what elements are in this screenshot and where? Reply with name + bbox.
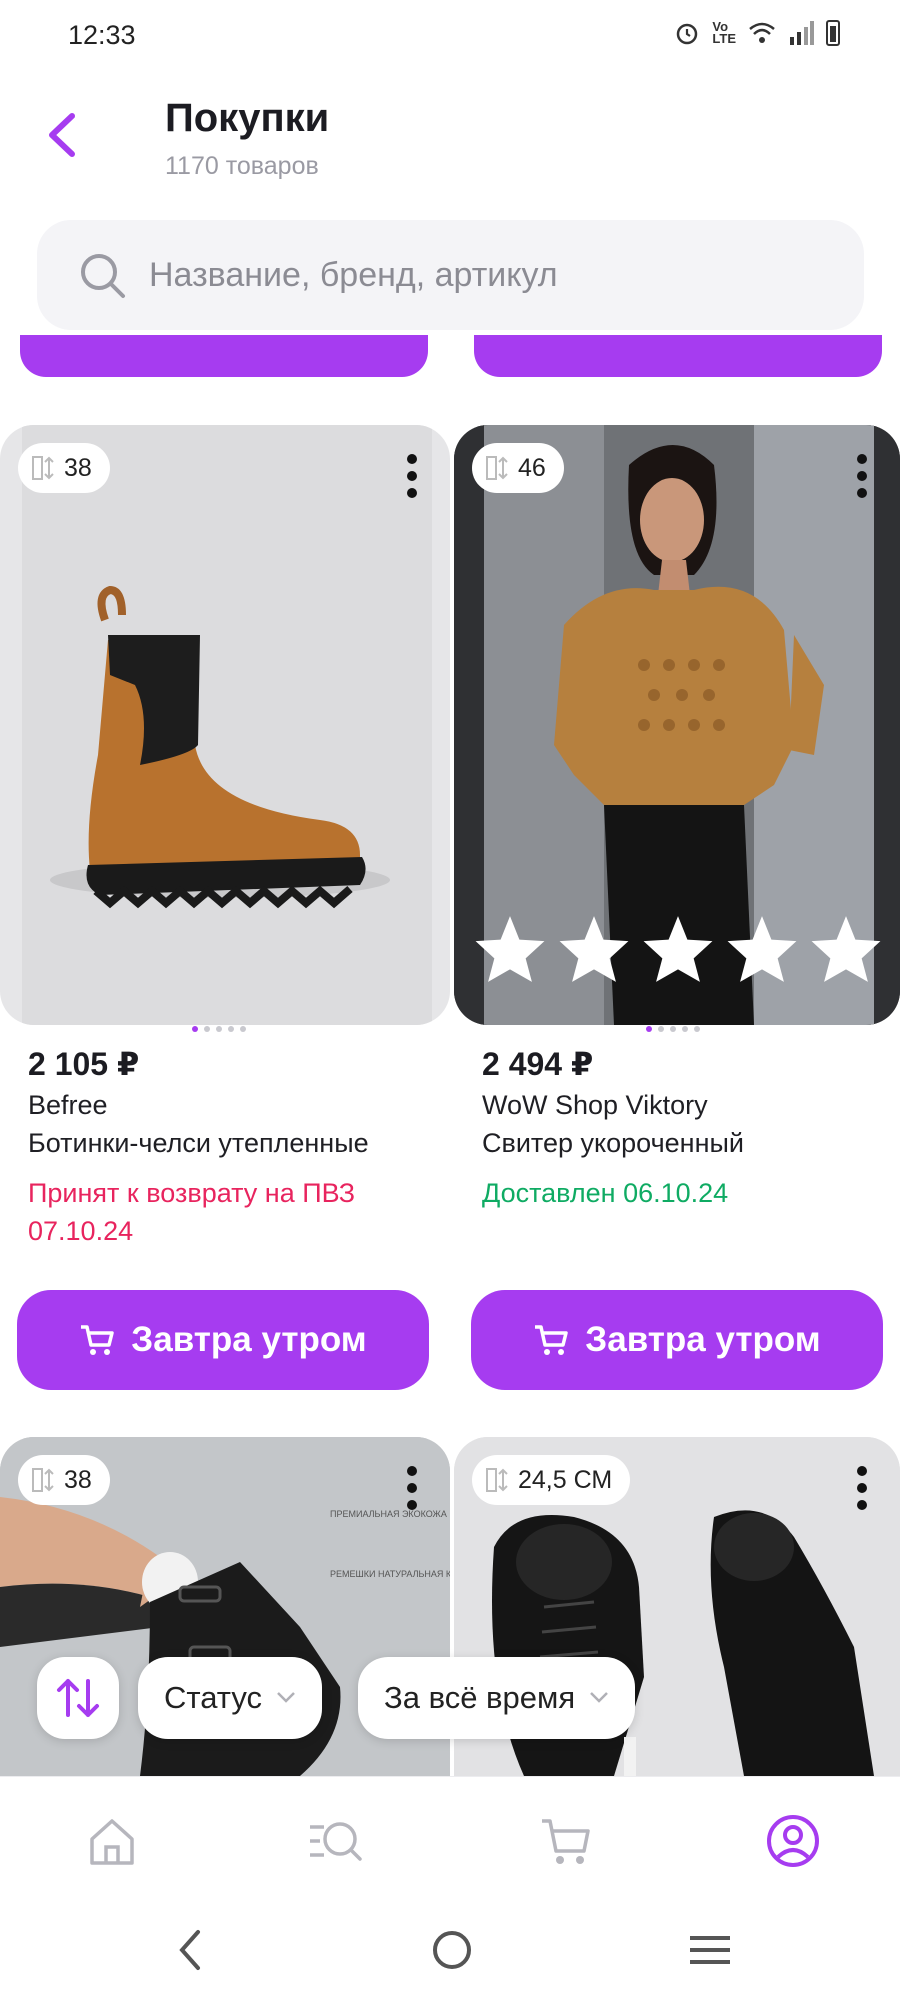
system-home-icon[interactable] (424, 1922, 480, 1978)
product-name[interactable]: Ботинки-челси утепленные (28, 1128, 369, 1159)
status-time: 12:33 (68, 20, 136, 50)
more-options-icon[interactable] (852, 451, 872, 501)
order-status: Принят к возврату на ПВЗ 07.10.24 (28, 1174, 355, 1250)
product-image[interactable]: 46 (454, 425, 900, 1025)
search-input[interactable] (149, 240, 829, 310)
product-name[interactable]: Свитер укороченный (482, 1128, 744, 1159)
size-icon (32, 1468, 54, 1492)
buy-button-label: Завтра утром (131, 1320, 367, 1359)
size-icon (32, 456, 54, 480)
signal-icon (790, 21, 814, 45)
period-filter[interactable]: За всё время (358, 1657, 636, 1739)
product-brand: Befree (28, 1090, 108, 1120)
product-price: 2 494 ₽ (482, 1046, 594, 1082)
profile-icon[interactable] (765, 1813, 821, 1869)
wifi-icon (749, 22, 775, 43)
product-image[interactable]: 38 (0, 425, 450, 1025)
bottom-navigation (0, 1776, 900, 1900)
more-options-icon[interactable] (402, 451, 422, 501)
star-icon[interactable] (808, 913, 884, 985)
status-icons: Vo LTE (674, 20, 840, 46)
more-options-icon[interactable] (852, 1463, 872, 1513)
star-icon[interactable] (472, 913, 548, 985)
catalog-search-icon[interactable] (308, 1813, 364, 1869)
image-label-2: РЕМЕШКИ НАТУРАЛЬНАЯ КОЖА (330, 1569, 450, 1579)
system-navigation (0, 1900, 900, 2000)
star-icon[interactable] (724, 913, 800, 985)
size-badge: 38 (18, 443, 110, 493)
size-badge: 46 (472, 443, 564, 493)
system-back-icon[interactable] (164, 1922, 220, 1978)
buy-button-label: Завтра утром (585, 1320, 821, 1359)
buy-tomorrow-button[interactable]: Завтра утром (471, 1290, 883, 1390)
size-icon (486, 1468, 508, 1492)
cart-icon[interactable] (538, 1813, 594, 1869)
size-value: 38 (64, 1465, 92, 1494)
cart-icon (535, 1325, 569, 1355)
size-icon (486, 456, 508, 480)
order-status-line: Принят к возврату на ПВЗ (28, 1178, 356, 1208)
home-icon[interactable] (84, 1813, 140, 1869)
previous-buy-button[interactable] (20, 335, 428, 377)
page-title: Покупки (165, 96, 330, 140)
sort-button[interactable] (37, 1657, 119, 1739)
more-options-icon[interactable] (402, 1463, 422, 1513)
order-status: Доставлен 06.10.24 (482, 1178, 729, 1208)
product-brand: WoW Shop Viktory (482, 1090, 708, 1120)
status-filter[interactable]: Статус (138, 1657, 322, 1739)
alarm-icon (677, 23, 698, 45)
image-pagination (192, 1026, 246, 1032)
rating-stars[interactable] (472, 913, 884, 985)
size-badge: 24,5 СМ (472, 1455, 631, 1505)
size-value: 46 (518, 453, 546, 482)
size-badge: 38 (18, 1455, 110, 1505)
chevron-down-icon (277, 1692, 295, 1703)
order-status-date: 07.10.24 (28, 1216, 134, 1246)
image-pagination (646, 1026, 700, 1032)
status-filter-label: Статус (164, 1680, 262, 1715)
period-filter-label: За всё время (384, 1680, 576, 1715)
status-bar: 12:33 Vo LTE (0, 0, 900, 75)
previous-buy-button[interactable] (474, 335, 882, 377)
star-icon[interactable] (556, 913, 632, 985)
image-label-1: ПРЕМИАЛЬНАЯ ЭКОКОЖА (330, 1509, 447, 1519)
buy-tomorrow-button[interactable]: Завтра утром (17, 1290, 429, 1390)
volte-icon: Vo LTE (712, 19, 736, 46)
product-price: 2 105 ₽ (28, 1046, 140, 1082)
search-bar[interactable] (37, 220, 864, 330)
sort-icon (57, 1679, 99, 1717)
items-count: 1170 товаров (165, 152, 319, 180)
size-value: 38 (64, 453, 92, 482)
system-menu-icon[interactable] (682, 1922, 738, 1978)
size-value: 24,5 СМ (518, 1465, 613, 1494)
battery-icon (826, 20, 840, 46)
cart-icon (81, 1325, 115, 1355)
chevron-down-icon (590, 1692, 608, 1703)
star-icon[interactable] (640, 913, 716, 985)
search-icon (81, 254, 125, 298)
chelsea-boot-image (22, 425, 432, 1025)
back-arrow-icon[interactable] (42, 110, 82, 160)
